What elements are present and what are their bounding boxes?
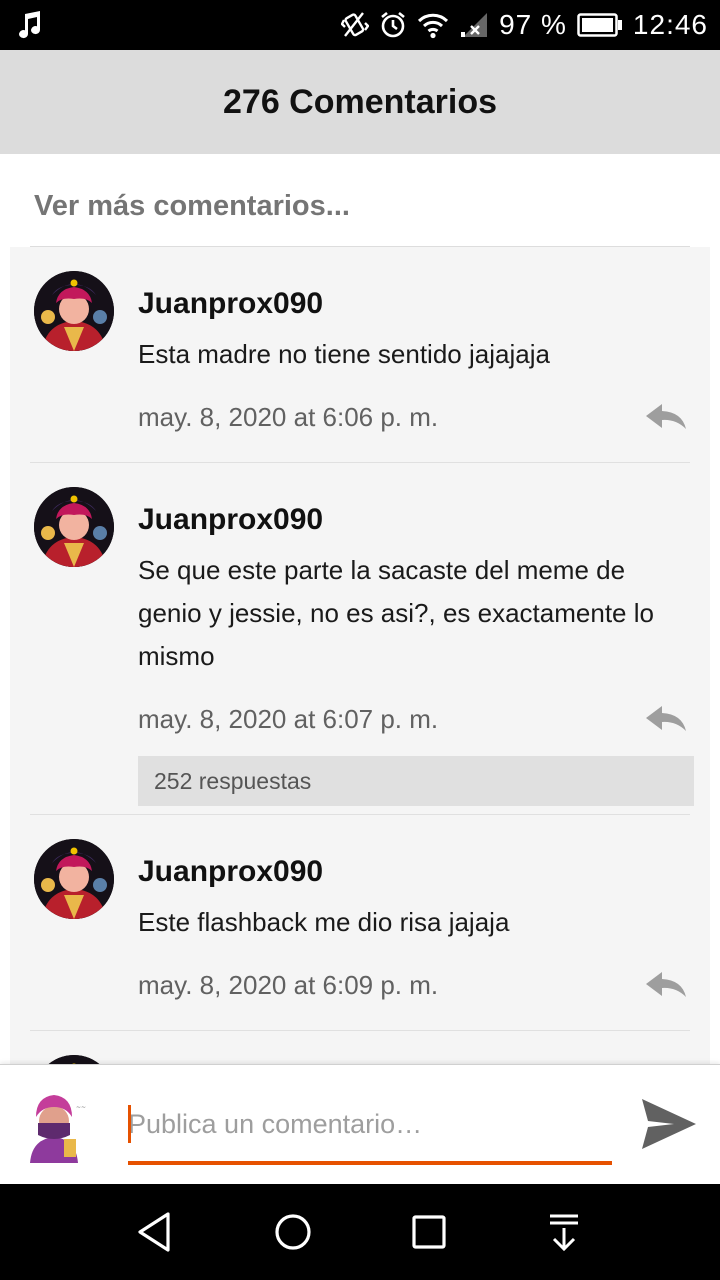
send-button[interactable] bbox=[640, 1095, 698, 1153]
comment-author[interactable]: Juanprox090 bbox=[138, 847, 694, 897]
music-note-icon bbox=[16, 10, 44, 40]
comments-scroll-area[interactable]: Ver más comentarios... Juanprox090 Esta … bbox=[0, 154, 720, 1064]
view-replies-button[interactable]: 252 respuestas bbox=[138, 756, 694, 806]
text-cursor bbox=[128, 1105, 131, 1143]
comment-text: Esta madre no tiene sentido jajajaja bbox=[138, 339, 550, 369]
comment-date: may. 8, 2020 at 6:06 p. m. bbox=[138, 402, 439, 432]
page-title: 276 Comentarios bbox=[223, 82, 497, 121]
comment-item: Juanprox090 Esta madre no tiene sentido … bbox=[10, 247, 710, 463]
comment-list: Juanprox090 Esta madre no tiene sentido … bbox=[10, 247, 710, 1064]
alarm-icon bbox=[379, 10, 407, 40]
avatar[interactable] bbox=[34, 1055, 114, 1064]
comment-input[interactable] bbox=[128, 1099, 612, 1149]
avatar[interactable] bbox=[34, 839, 114, 919]
battery-icon bbox=[577, 12, 623, 38]
notification-pull-icon[interactable] bbox=[542, 1210, 586, 1254]
avatar[interactable] bbox=[34, 487, 114, 567]
signal-icon bbox=[459, 11, 489, 39]
header: 276 Comentarios bbox=[0, 50, 720, 154]
back-icon[interactable] bbox=[134, 1210, 178, 1254]
avatar[interactable] bbox=[34, 271, 114, 351]
my-avatar: ~~ bbox=[20, 1087, 92, 1163]
clock: 12:46 bbox=[632, 9, 708, 40]
wifi-icon bbox=[417, 11, 449, 39]
status-bar: 97 % 12:46 bbox=[0, 0, 720, 50]
comment-text: Se que este parte la sacaste del meme de… bbox=[138, 555, 654, 671]
comment-date: may. 8, 2020 at 6:09 p. m. bbox=[138, 970, 439, 1000]
load-more-comments-link[interactable]: Ver más comentarios... bbox=[34, 190, 350, 223]
comment-author[interactable]: Juanprox090 bbox=[138, 279, 694, 329]
comment-author[interactable]: Juanprox090 bbox=[138, 495, 694, 545]
recents-icon[interactable] bbox=[407, 1210, 451, 1254]
svg-text:~~: ~~ bbox=[76, 1104, 86, 1111]
comment-item bbox=[10, 1031, 710, 1064]
reply-icon[interactable] bbox=[644, 402, 688, 432]
comment-item: Juanprox090 Se que este parte la sacaste… bbox=[10, 463, 710, 815]
comment-text: Este flashback me dio risa jajaja bbox=[138, 907, 510, 937]
send-icon bbox=[642, 1099, 696, 1149]
navigation-bar bbox=[0, 1184, 720, 1280]
reply-icon[interactable] bbox=[644, 704, 688, 734]
vibrate-icon bbox=[341, 10, 370, 40]
comment-date: may. 8, 2020 at 6:07 p. m. bbox=[138, 704, 439, 734]
reply-icon[interactable] bbox=[644, 970, 688, 1000]
battery-percent: 97 % bbox=[499, 9, 567, 40]
input-underline bbox=[128, 1161, 612, 1165]
home-icon[interactable] bbox=[271, 1210, 315, 1254]
comment-item: Juanprox090 Este flashback me dio risa j… bbox=[10, 815, 710, 1031]
comment-composer: ~~ bbox=[0, 1064, 720, 1184]
